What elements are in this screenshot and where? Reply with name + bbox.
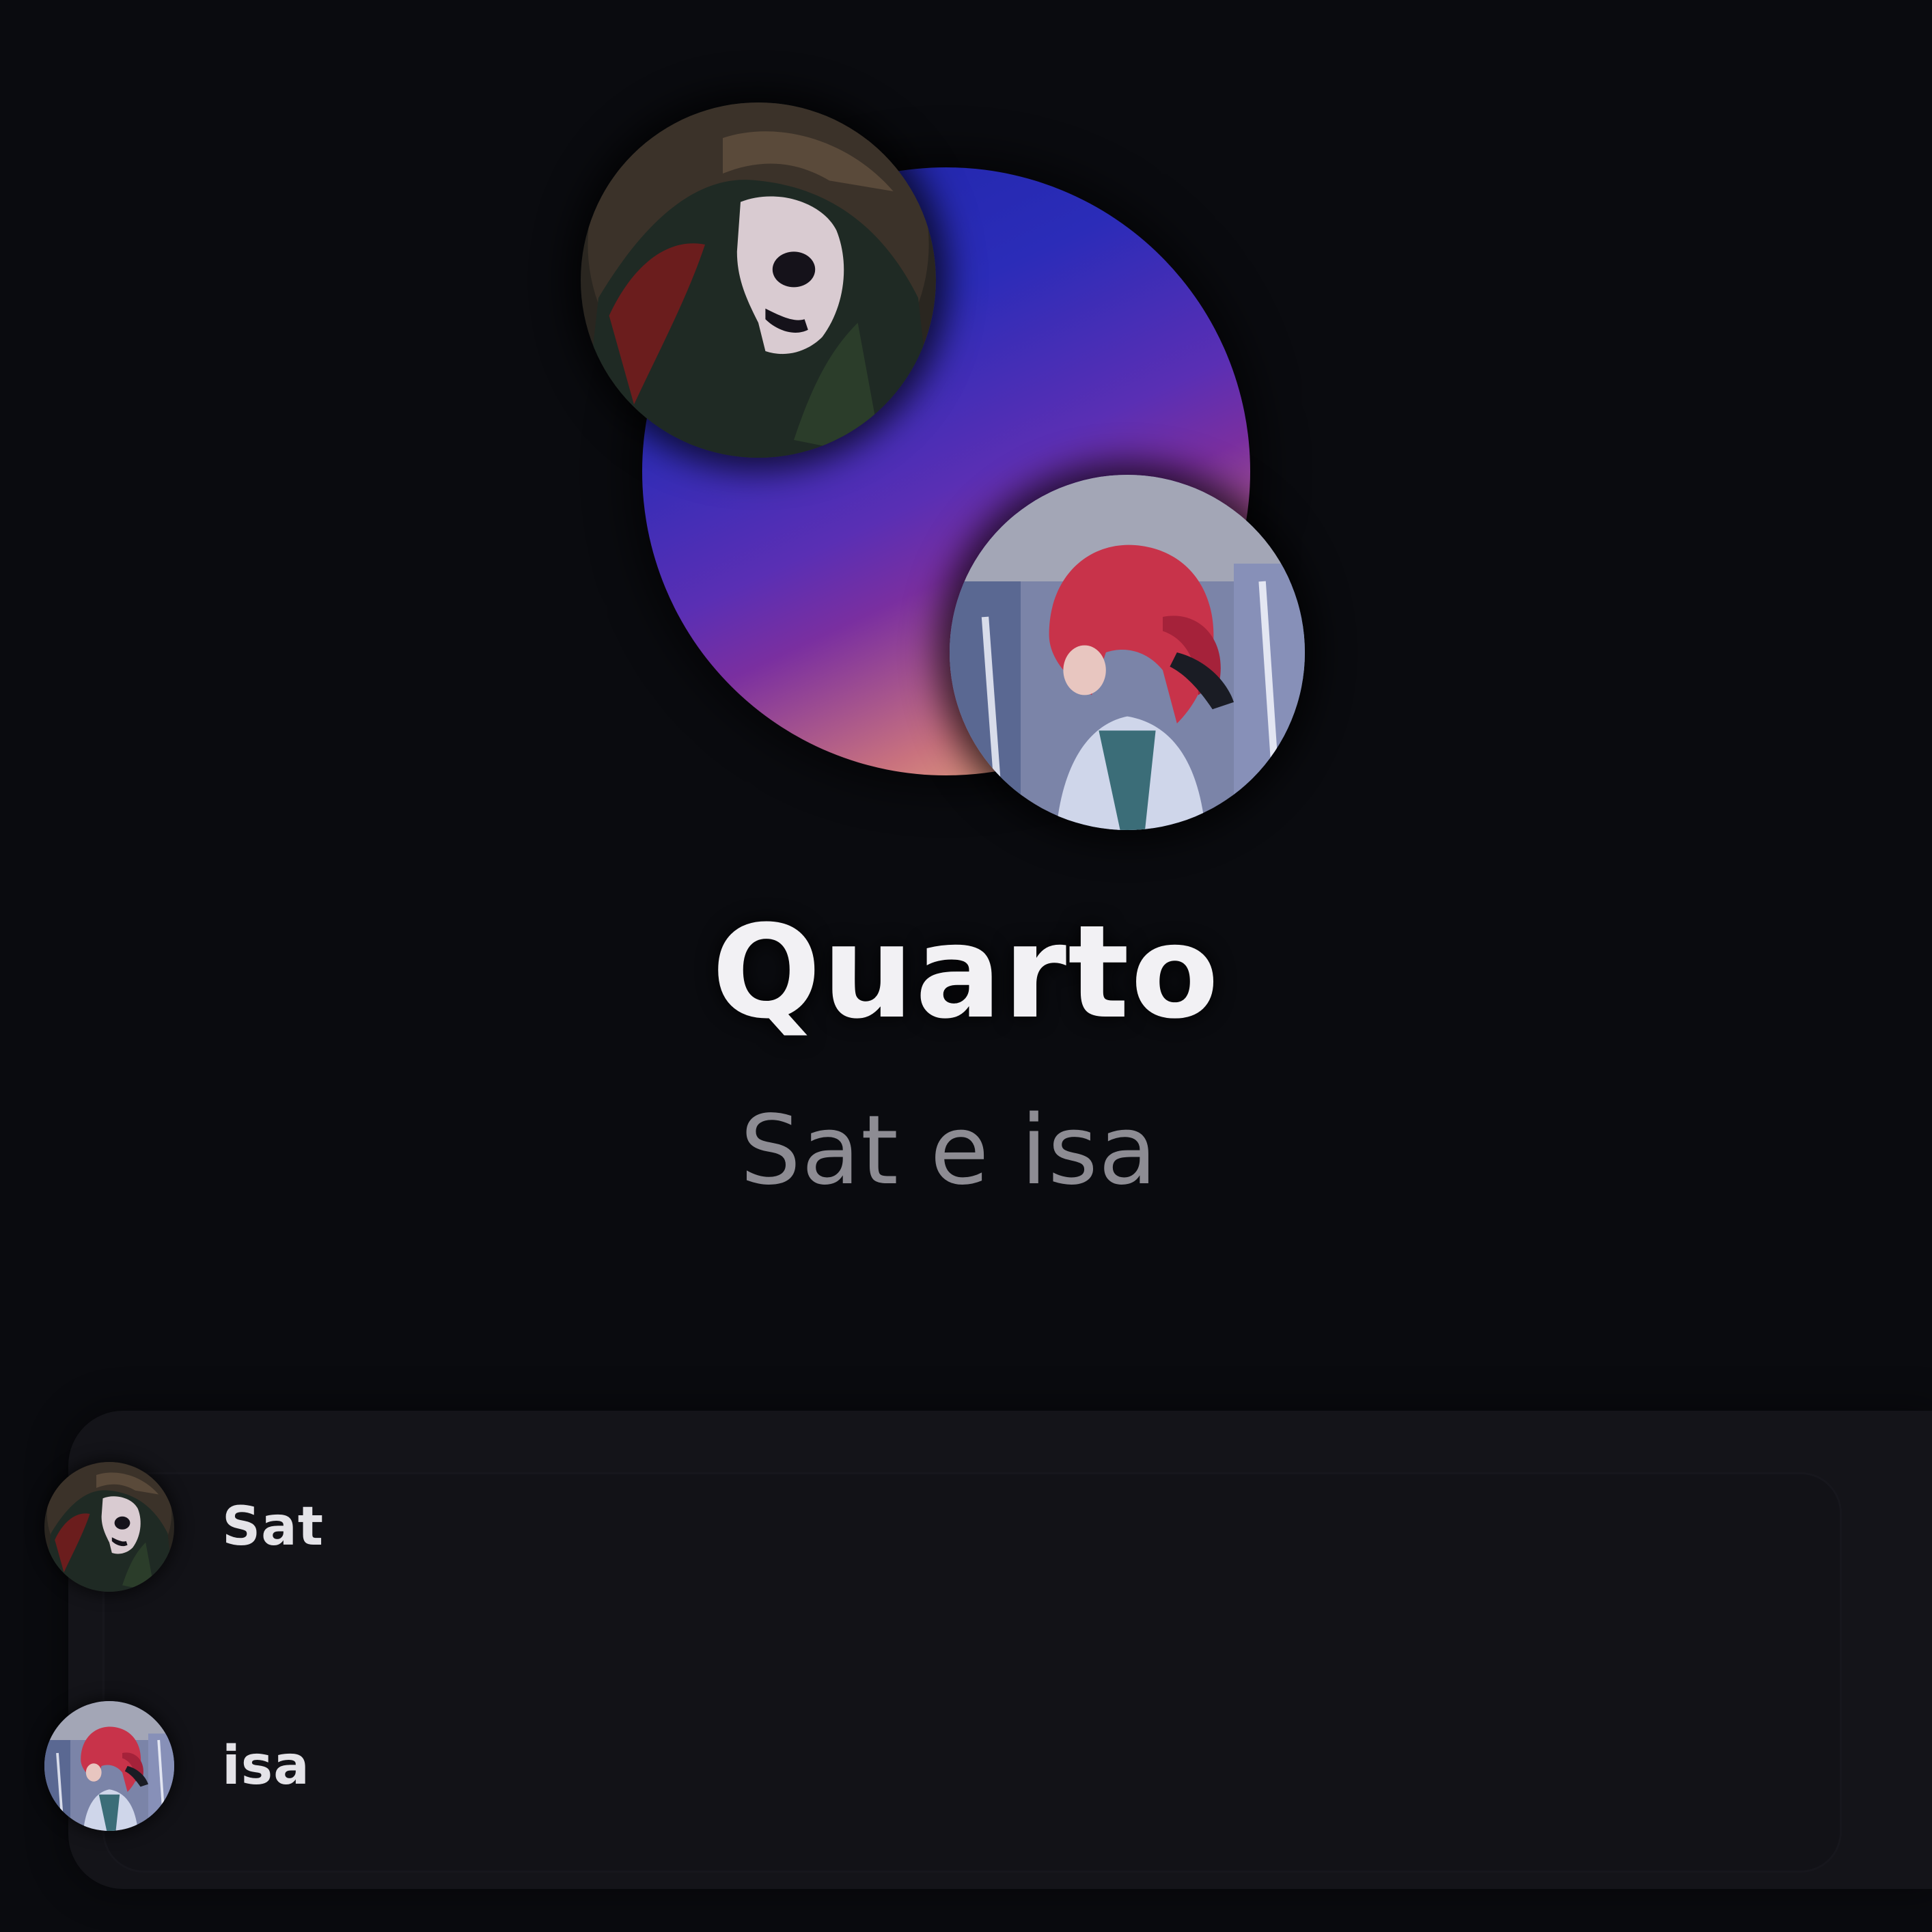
dark-masked-figure-avatar-icon bbox=[581, 102, 936, 458]
avatar[interactable] bbox=[44, 1701, 174, 1831]
group-avatar[interactable] bbox=[581, 102, 1332, 840]
member-row-isa[interactable]: isa bbox=[44, 1701, 1752, 1831]
group-info-screen: Quarto Sat e isa Sat isa bbox=[0, 0, 1932, 1932]
isa-photo bbox=[950, 475, 1305, 830]
member-row-sat[interactable]: Sat bbox=[44, 1462, 1752, 1592]
group-subtitle: Sat e isa bbox=[740, 1095, 1158, 1206]
red-haired-anime-avatar-icon bbox=[44, 1701, 174, 1831]
member-name: Sat bbox=[222, 1496, 325, 1558]
member-name: isa bbox=[222, 1735, 310, 1797]
red-haired-anime-avatar-icon bbox=[950, 475, 1305, 830]
dark-masked-figure-avatar-icon bbox=[44, 1462, 174, 1592]
avatar[interactable] bbox=[44, 1462, 174, 1592]
group-name: Quarto bbox=[711, 898, 1221, 1047]
sat-photo bbox=[581, 102, 936, 458]
